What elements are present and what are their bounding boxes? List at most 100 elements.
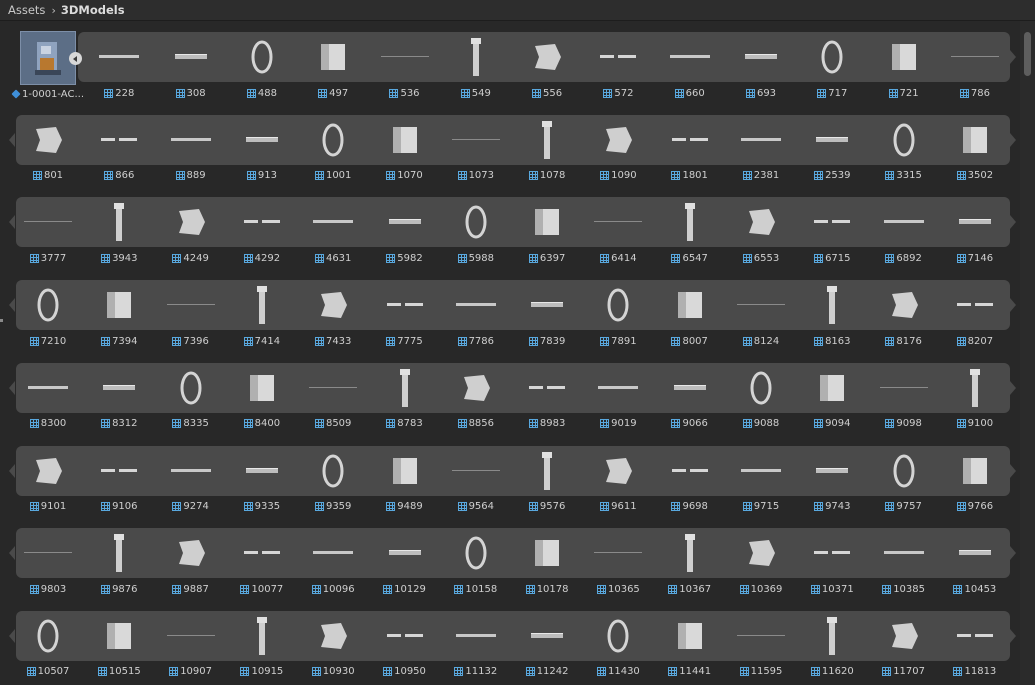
mesh-thumbnail[interactable] (726, 446, 796, 496)
mesh-thumbnail[interactable] (298, 611, 368, 661)
mesh-thumbnail[interactable] (869, 115, 939, 165)
mesh-thumbnail[interactable] (512, 611, 582, 661)
mesh-thumbnail[interactable] (84, 528, 154, 578)
asset-item[interactable]: 10096 (298, 517, 368, 600)
mesh-thumbnail[interactable] (583, 280, 653, 330)
mesh-thumbnail[interactable] (512, 446, 582, 496)
asset-label[interactable]: 1070 (364, 169, 446, 183)
asset-item[interactable]: 308 (156, 21, 226, 104)
mesh-thumbnail[interactable] (298, 528, 368, 578)
mesh-thumbnail[interactable] (726, 280, 796, 330)
asset-label[interactable]: 11441 (649, 665, 731, 679)
asset-label[interactable]: 10178 (506, 582, 588, 596)
mesh-thumbnail[interactable] (84, 115, 154, 165)
asset-item[interactable]: 9098 (869, 352, 939, 435)
asset-item[interactable]: 5982 (370, 186, 440, 269)
asset-label[interactable]: 6547 (649, 251, 731, 265)
asset-label[interactable]: 4631 (292, 251, 374, 265)
asset-label[interactable]: 1073 (435, 169, 517, 183)
asset-item[interactable]: 9100 (940, 352, 1010, 435)
asset-item[interactable]: 9743 (797, 435, 867, 518)
asset-item[interactable]: 717 (797, 21, 867, 104)
prefab-label[interactable]: 1-0001-AC... (11, 87, 84, 101)
asset-item[interactable]: 549 (441, 21, 511, 104)
asset-item[interactable]: 10907 (156, 600, 226, 683)
mesh-thumbnail[interactable] (940, 363, 1010, 413)
asset-label[interactable]: 10365 (577, 582, 659, 596)
asset-item[interactable]: 6414 (583, 186, 653, 269)
splitter-handle[interactable] (0, 319, 3, 322)
asset-label[interactable]: 7210 (7, 334, 89, 348)
asset-item[interactable]: 2381 (726, 104, 796, 187)
asset-label[interactable]: 9066 (649, 417, 731, 431)
asset-item[interactable]: 9876 (84, 517, 154, 600)
asset-item[interactable]: 11430 (583, 600, 653, 683)
asset-item[interactable]: 5988 (441, 186, 511, 269)
collapse-prefab-button[interactable] (69, 52, 82, 65)
asset-item[interactable]: 8312 (84, 352, 154, 435)
asset-label[interactable]: 9715 (720, 500, 802, 514)
asset-label[interactable]: 9698 (649, 500, 731, 514)
asset-item[interactable]: 9611 (583, 435, 653, 518)
asset-item[interactable]: 8124 (726, 269, 796, 352)
asset-item[interactable]: 6547 (655, 186, 725, 269)
mesh-thumbnail[interactable] (370, 528, 440, 578)
mesh-thumbnail[interactable] (797, 363, 867, 413)
mesh-thumbnail[interactable] (441, 115, 511, 165)
asset-label[interactable]: 9019 (577, 417, 659, 431)
asset-label[interactable]: 7394 (78, 334, 160, 348)
asset-item[interactable]: 8300 (13, 352, 83, 435)
asset-label[interactable]: 801 (7, 169, 89, 183)
asset-label[interactable]: 9766 (934, 500, 1016, 514)
asset-item[interactable]: 10369 (726, 517, 796, 600)
asset-label[interactable]: 8312 (78, 417, 160, 431)
asset-item[interactable]: 8856 (441, 352, 511, 435)
mesh-thumbnail[interactable] (940, 115, 1010, 165)
mesh-thumbnail[interactable] (583, 611, 653, 661)
asset-label[interactable]: 10907 (150, 665, 232, 679)
breadcrumb-current[interactable]: 3DModels (61, 3, 125, 17)
asset-item[interactable]: 7433 (298, 269, 368, 352)
asset-label[interactable]: 6414 (577, 251, 659, 265)
mesh-thumbnail[interactable] (13, 115, 83, 165)
asset-label[interactable]: 228 (78, 86, 160, 100)
mesh-thumbnail[interactable] (655, 115, 725, 165)
mesh-thumbnail[interactable] (726, 197, 796, 247)
asset-label[interactable]: 3502 (934, 169, 1016, 183)
asset-item[interactable]: 786 (940, 21, 1010, 104)
asset-item[interactable]: 10915 (227, 600, 297, 683)
mesh-thumbnail[interactable] (655, 280, 725, 330)
mesh-thumbnail[interactable] (512, 32, 582, 82)
asset-label[interactable]: 8400 (221, 417, 303, 431)
asset-item[interactable]: 8207 (940, 269, 1010, 352)
asset-item[interactable]: 1001 (298, 104, 368, 187)
asset-label[interactable]: 8207 (934, 334, 1016, 348)
asset-label[interactable]: 7786 (435, 334, 517, 348)
mesh-thumbnail[interactable] (441, 611, 511, 661)
asset-item[interactable]: 1070 (370, 104, 440, 187)
asset-item[interactable]: 3943 (84, 186, 154, 269)
asset-label[interactable]: 11813 (934, 665, 1016, 679)
asset-item[interactable]: 10178 (512, 517, 582, 600)
asset-item[interactable]: 11813 (940, 600, 1010, 683)
asset-item[interactable]: 10950 (370, 600, 440, 683)
asset-label[interactable]: 1001 (292, 169, 374, 183)
asset-label[interactable]: 8176 (863, 334, 945, 348)
asset-label[interactable]: 889 (150, 169, 232, 183)
asset-label[interactable]: 7433 (292, 334, 374, 348)
asset-label[interactable]: 5988 (435, 251, 517, 265)
asset-item[interactable]: 7414 (227, 269, 297, 352)
asset-item[interactable]: 10077 (227, 517, 297, 600)
asset-item[interactable]: 6715 (797, 186, 867, 269)
asset-label[interactable]: 4292 (221, 251, 303, 265)
mesh-thumbnail[interactable] (298, 197, 368, 247)
asset-item[interactable]: 9489 (370, 435, 440, 518)
mesh-thumbnail[interactable] (227, 446, 297, 496)
asset-item[interactable]: 9106 (84, 435, 154, 518)
asset-item[interactable]: 6892 (869, 186, 939, 269)
asset-item[interactable]: 7394 (84, 269, 154, 352)
asset-label[interactable]: 786 (934, 86, 1016, 100)
asset-label[interactable]: 3315 (863, 169, 945, 183)
mesh-thumbnail[interactable] (655, 197, 725, 247)
asset-item[interactable]: 6397 (512, 186, 582, 269)
